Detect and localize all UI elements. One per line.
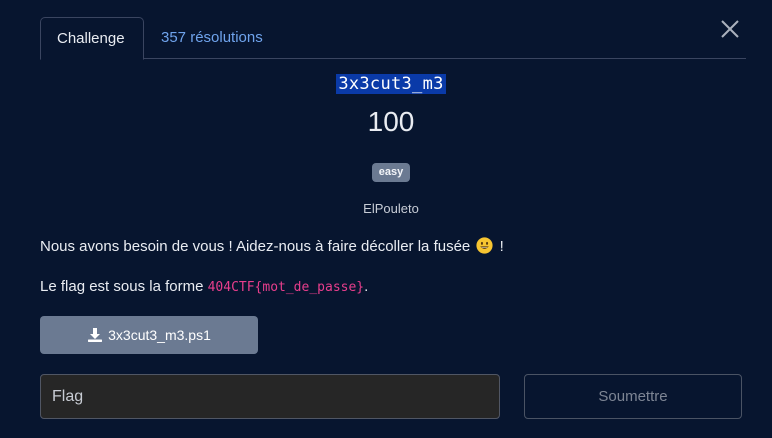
flag-format-code: 404CTF{mot_de_passe} bbox=[207, 280, 365, 295]
download-file-label: 3x3cut3_m3.ps1 bbox=[108, 327, 211, 343]
challenge-name: 3x3cut3_m3 bbox=[336, 74, 446, 94]
challenge-title: 3x3cut3_m3 bbox=[0, 74, 772, 94]
download-icon bbox=[88, 328, 103, 342]
description-line-2: Le flag est sous la forme 404CTF{mot_de_… bbox=[40, 278, 368, 295]
flag-input[interactable] bbox=[40, 374, 500, 419]
tab-challenge[interactable]: Challenge bbox=[40, 17, 144, 60]
challenge-points: 100 bbox=[367, 106, 415, 137]
tab-bar: Challenge 357 résolutions bbox=[40, 17, 746, 60]
description-text: Nous avons besoin de vous ! Aidez-nous à… bbox=[40, 238, 471, 255]
difficulty-badge-wrap: easy bbox=[0, 162, 772, 182]
submit-button[interactable]: Soumettre bbox=[524, 374, 742, 419]
difficulty-badge: easy bbox=[371, 163, 411, 182]
challenge-author: ElPouleto bbox=[363, 201, 419, 216]
smiley-icon bbox=[476, 237, 494, 254]
challenge-modal: Challenge 357 résolutions 3x3cut3_m3 100… bbox=[0, 0, 772, 438]
description-suffix: ! bbox=[495, 238, 504, 255]
tab-solves[interactable]: 357 résolutions bbox=[145, 17, 279, 59]
download-file-button[interactable]: 3x3cut3_m3.ps1 bbox=[40, 316, 258, 354]
description-line-1: Nous avons besoin de vous ! Aidez-nous à… bbox=[40, 237, 504, 255]
flag-format-text: Le flag est sous la forme bbox=[40, 278, 208, 295]
flag-format-suffix: . bbox=[364, 278, 369, 295]
